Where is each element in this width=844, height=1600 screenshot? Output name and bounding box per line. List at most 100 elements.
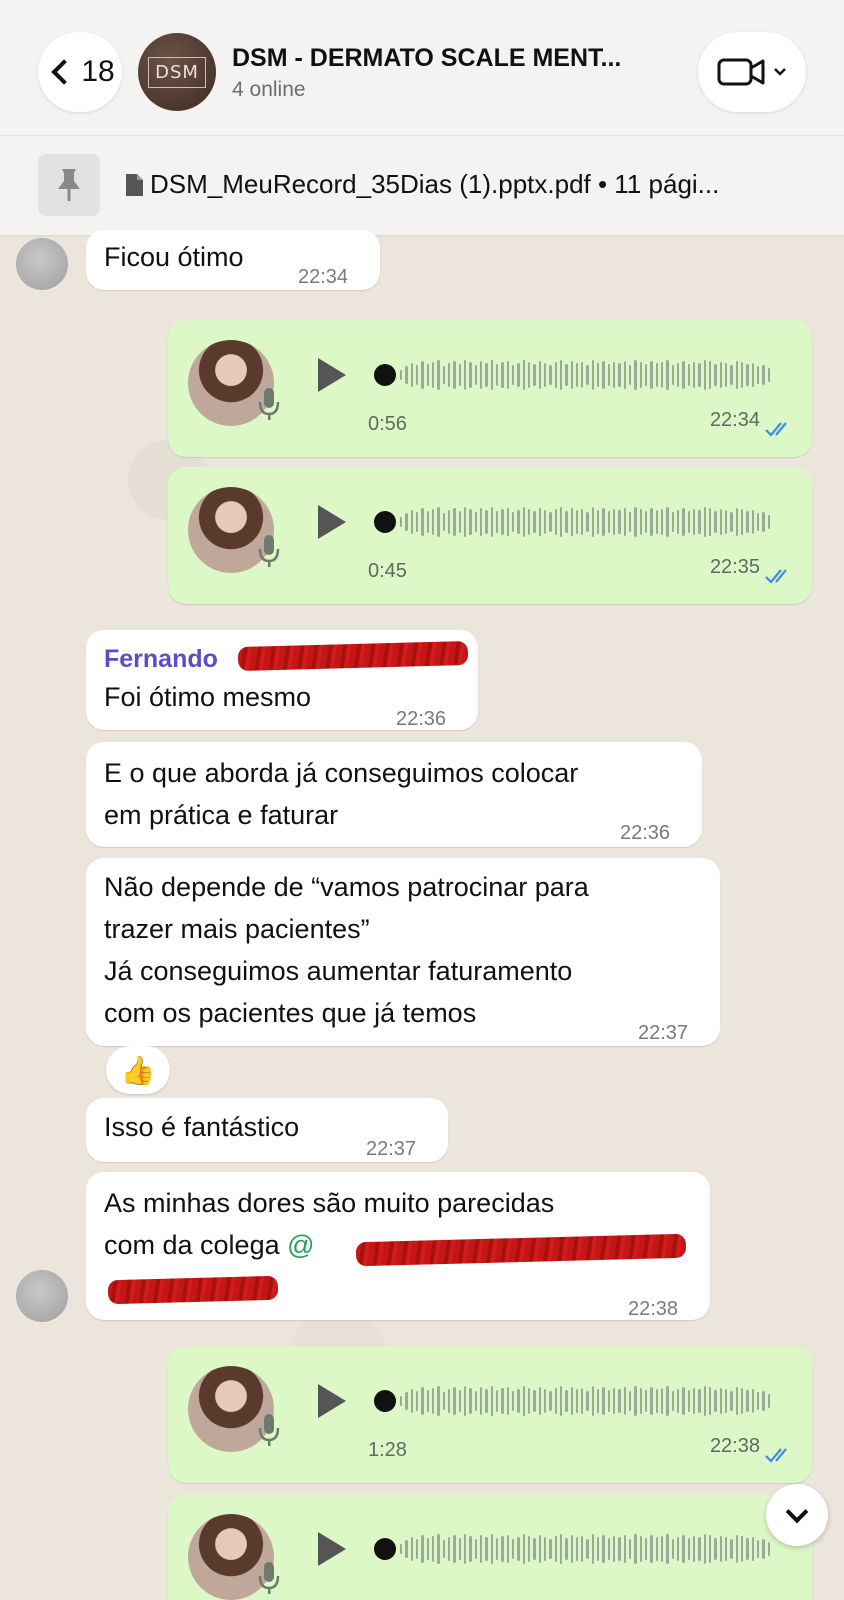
waveform-bar (655, 510, 659, 534)
waveform-bar (751, 1389, 754, 1413)
scroll-to-bottom-button[interactable] (766, 1484, 828, 1546)
chat-screen: 18 DSM DSM - DERMATO SCALE MENT... 4 onl… (0, 0, 844, 1600)
reaction-badge[interactable]: 👍 (106, 1046, 170, 1094)
waveform-bar (650, 1535, 653, 1563)
sender-avatar[interactable] (16, 238, 68, 290)
waveform-bar (410, 510, 413, 534)
waveform-bar (581, 362, 584, 388)
message-bubble[interactable]: Isso é fantástico 22:37 (86, 1098, 448, 1162)
message-bubble[interactable]: Ficou ótimo 22:34 (86, 230, 380, 290)
waveform-bar (725, 363, 728, 387)
waveform-bar (506, 1387, 509, 1415)
waveform-bar (463, 1386, 467, 1416)
waveform-bar (405, 513, 408, 531)
waveform-bar (741, 1388, 744, 1414)
play-button[interactable] (318, 1384, 346, 1418)
waveform-bar (756, 1540, 760, 1558)
waveform-bar (666, 1386, 669, 1416)
back-button[interactable]: 18 (38, 32, 122, 112)
waveform-bar (613, 509, 616, 535)
waveform-bar (634, 1534, 637, 1564)
voice-duration: 1:28 (368, 1439, 407, 1461)
voice-message[interactable]: 0:45 22:35 (168, 467, 812, 604)
waveform-bar (618, 1537, 621, 1561)
waveform-bar (671, 1539, 675, 1559)
waveform-bar (495, 511, 499, 533)
waveform-bar (655, 1389, 659, 1413)
waveform-bar (570, 361, 573, 389)
waveform-bar (506, 361, 509, 389)
waveform-bar (421, 1535, 424, 1563)
waveform-bar (703, 1386, 707, 1416)
playback-scrubber[interactable] (374, 511, 396, 533)
waveform-bar (607, 1390, 611, 1412)
sender-avatar[interactable] (16, 1270, 68, 1322)
waveform-bar (687, 1538, 691, 1560)
waveform-bar (463, 1534, 467, 1564)
waveform-bar (426, 1390, 429, 1412)
pin-button[interactable] (38, 154, 100, 216)
voice-message[interactable]: 0:56 22:34 (168, 320, 812, 457)
waveform-bar (479, 508, 483, 536)
waveform-bar (725, 1389, 728, 1413)
waveform-bar (602, 1535, 605, 1563)
message-bubble[interactable]: Não depende de “vamos patrocinar para tr… (86, 858, 720, 1046)
waveform-bar (751, 363, 754, 387)
play-button[interactable] (318, 505, 346, 539)
waveform-bar (400, 370, 403, 380)
waveform-bar (527, 509, 531, 535)
sender-name[interactable]: Fernando (104, 638, 218, 680)
message-bubble[interactable]: Fernando Foi ótimo mesmo 22:36 (86, 630, 478, 730)
group-avatar[interactable]: DSM (138, 33, 216, 111)
voice-message[interactable] (168, 1494, 812, 1600)
mention[interactable]: @ (287, 1230, 314, 1260)
waveform-bar (517, 1389, 520, 1413)
waveform-bar (682, 361, 685, 389)
waveform-bar (447, 1389, 451, 1413)
waveform-bar (607, 511, 611, 533)
waveform-bar (639, 509, 643, 535)
waveform-bar (506, 508, 509, 536)
waveform-bar (527, 1536, 531, 1562)
read-ticks-icon (765, 1448, 787, 1463)
waveform-bar (698, 1389, 701, 1413)
waveform-bar (629, 512, 632, 532)
waveform-bar (730, 1391, 733, 1411)
waveform-bar (495, 1390, 499, 1412)
message-bubble[interactable]: E o que aborda já conseguimos colocar em… (86, 742, 702, 847)
waveform-bar (458, 511, 461, 533)
waveform[interactable] (400, 1384, 770, 1418)
message-time: 22:34 (709, 409, 760, 431)
playback-scrubber[interactable] (374, 1390, 396, 1412)
waveform-bar (677, 1537, 680, 1561)
waveform-bar (506, 1535, 509, 1563)
waveform[interactable] (400, 1532, 770, 1566)
play-button[interactable] (318, 1532, 346, 1566)
waveform[interactable] (400, 505, 770, 539)
waveform-bar (543, 363, 547, 387)
waveform-bar (719, 1536, 723, 1562)
waveform-bar (639, 362, 643, 388)
pinned-message-bar[interactable]: DSM_MeuRecord_35Dias (1).pptx.pdf • 11 p… (0, 135, 844, 235)
waveform-bar (666, 507, 669, 537)
message-bubble[interactable]: As minhas dores são muito parecidas com … (86, 1172, 710, 1320)
waveform-bar (490, 1386, 493, 1416)
group-title[interactable]: DSM - DERMATO SCALE MENT... (232, 44, 672, 73)
waveform-bar (469, 1536, 472, 1562)
video-call-button[interactable] (698, 32, 806, 112)
waveform-bar (613, 1536, 616, 1562)
waveform-bar (501, 1388, 504, 1414)
waveform[interactable] (400, 358, 770, 392)
waveform-bar (746, 1538, 749, 1560)
waveform-bar (415, 365, 419, 385)
playback-scrubber[interactable] (374, 1538, 396, 1560)
playback-scrubber[interactable] (374, 364, 396, 386)
waveform-bar (543, 510, 547, 534)
play-button[interactable] (318, 358, 346, 392)
chat-header: 18 DSM DSM - DERMATO SCALE MENT... 4 onl… (0, 0, 844, 135)
waveform-bar (495, 364, 499, 386)
voice-message[interactable]: 1:28 22:38 (168, 1346, 812, 1483)
waveform-bar (474, 1391, 477, 1411)
message-text-line-2: com da colega @ (104, 1230, 315, 1260)
waveform-bar (421, 508, 424, 536)
